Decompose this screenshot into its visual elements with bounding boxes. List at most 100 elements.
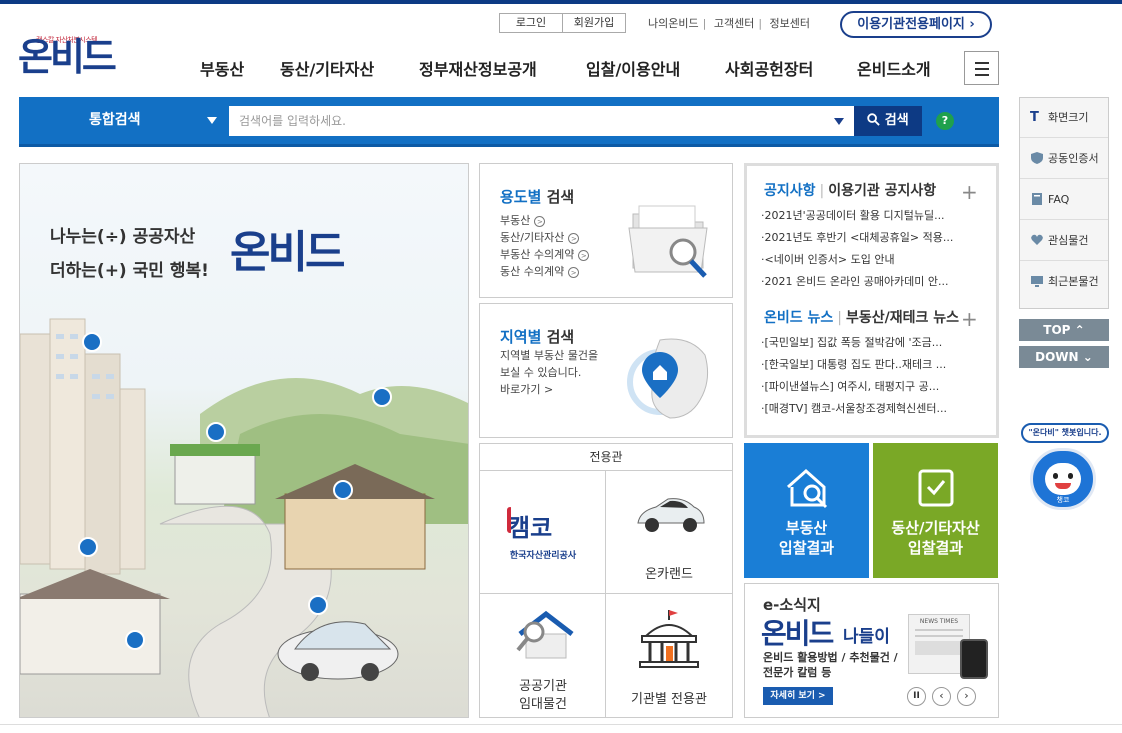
chevron-right-icon: > [578, 249, 590, 261]
pause-icon[interactable]: II [907, 687, 926, 706]
help-icon[interactable]: ? [936, 112, 954, 130]
usage-item-realestate-private[interactable]: 부동산 수의계약 > [500, 246, 590, 263]
top-label: TOP [1043, 323, 1071, 337]
newsletter-logo: 온비드 [761, 617, 834, 650]
scroll-top-button[interactable]: TOP ⌃ [1019, 319, 1109, 341]
kamco-subtitle: 한국자산관리공사 [509, 551, 577, 561]
usage-item-movable-private[interactable]: 동산 수의계약 > [500, 263, 589, 280]
public-lease-line2: 임대물건 [519, 697, 567, 712]
usage-search-title-rest: 검색 [541, 188, 575, 206]
login-button[interactable]: 로그인 [499, 13, 563, 33]
search-button[interactable]: 검색 [854, 106, 922, 136]
slogan-line1: 나누는(÷) 공공자산 [50, 227, 196, 247]
next-icon[interactable]: › [957, 687, 976, 706]
chatbot-bubble[interactable]: "온다비" 챗봇입니다. [1021, 423, 1109, 443]
search-input[interactable]: 검색어를 입력하세요. [229, 106, 854, 136]
kamco-logo-mark [507, 507, 513, 533]
agency-hall-label: 기관별 전용관 [631, 692, 707, 707]
tab-onbid-news[interactable]: 온비드 뉴스 [764, 310, 833, 326]
usage-item-label: 부동산 수의계약 [500, 248, 575, 261]
book-icon [1032, 193, 1042, 205]
news-item[interactable]: ·[매경TV] 캠코-서울창조경제혁신센터... [761, 398, 979, 420]
notice-list: ·2021년'공공데이터 활용 디지털뉴딜... ·2021년도 후반기 <대체… [761, 205, 979, 293]
public-lease-label: 공공기관 임대물건 [480, 678, 606, 714]
agency-page-button[interactable]: 이용기관전용페이지 › [840, 11, 992, 38]
signup-button[interactable]: 회원가입 [562, 13, 626, 33]
oncarland-label: 온카랜드 [645, 567, 693, 582]
region-search-desc: 지역별 부동산 물건을 보실 수 있습니다. 바로가기 > [500, 347, 598, 398]
my-onbid-link[interactable]: 나의온비드 [648, 17, 699, 30]
korea-map-pin-icon [627, 338, 709, 419]
movable-bid-result-tile[interactable]: 동산/기타자산 입찰결과 [873, 443, 998, 578]
news-item[interactable]: ·[국민일보] 집값 폭등 절박감에 '조금... [761, 332, 979, 354]
notice-item[interactable]: ·2021 온비드 온라인 공매아카데미 안... [761, 271, 979, 293]
prev-icon[interactable]: ‹ [932, 687, 951, 706]
news-item[interactable]: ·[파이낸셜뉴스] 여주시, 태평지구 공... [761, 376, 979, 398]
chevron-down-icon: ⌄ [1082, 350, 1093, 364]
clipboard-check-icon [918, 469, 954, 507]
house-search-icon [516, 610, 574, 659]
gnb-bid-guide[interactable]: 입찰/이용안내 [586, 56, 680, 80]
search-category-select[interactable]: 통합검색 [19, 97, 229, 144]
customer-center-link[interactable]: 고객센터 [714, 17, 754, 30]
news-item[interactable]: ·[한국일보] 대통령 집도 판다..재테크 ... [761, 354, 979, 376]
main-visual[interactable]: 나누는(÷) 공공자산 더하는(+) 국민 행복! 온비드 [19, 163, 469, 718]
chevron-right-icon: > [568, 232, 580, 244]
realestate-bid-result-tile[interactable]: 부동산 입찰결과 [744, 443, 869, 578]
notice-item[interactable]: ·2021년'공공데이터 활용 디지털뉴딜... [761, 205, 979, 227]
plus-icon[interactable]: + [961, 182, 978, 202]
heart-icon [1031, 234, 1043, 245]
car-icon [637, 498, 705, 532]
gnb-movable[interactable]: 동산/기타자산 [280, 56, 374, 80]
kamco-hall[interactable]: 캠코 한국자산관리공사 [480, 471, 606, 594]
plus-icon[interactable]: + [961, 309, 978, 329]
tab-realestate-news[interactable]: 부동산/재테크 뉴스 [846, 310, 959, 326]
newsletter-panel[interactable]: e-소식지 온비드 나들이 온비드 활용방법 / 추천물건 / 전문가 칼럼 등… [744, 583, 999, 718]
sidebar-item-label: 공동인증서 [1048, 152, 1099, 165]
tab-notice[interactable]: 공지사항 [764, 183, 816, 199]
search-bar: 통합검색 검색어를 입력하세요. 검색 ? [19, 97, 999, 147]
folder-search-icon [628, 205, 708, 278]
region-shortcut-link[interactable]: 바로가기 > [500, 381, 598, 398]
sidebar-item-recent[interactable]: 최근본물건 [1020, 262, 1108, 302]
chatbot-avatar[interactable]: 챙코 [1030, 448, 1096, 510]
tile-line2: 입찰결과 [907, 539, 964, 557]
public-lease-hall[interactable]: 공공기관 임대물건 [480, 594, 606, 717]
gnb-realestate[interactable]: 부동산 [200, 56, 244, 80]
hamburger-menu-button[interactable] [964, 51, 999, 85]
text-size-icon: T [1030, 110, 1039, 125]
gnb-about[interactable]: 온비드소개 [857, 56, 931, 80]
usage-item-realestate[interactable]: 부동산 > [500, 212, 589, 229]
notice-item[interactable]: ·<네이버 인증서> 도입 안내 [761, 249, 979, 271]
town-illustration [20, 318, 468, 717]
sidebar-item-font-size[interactable]: T 화면크기 [1020, 98, 1108, 138]
movable-bid-result-label: 동산/기타자산 입찰결과 [873, 518, 998, 558]
down-label: DOWN [1035, 350, 1079, 364]
tab-agency-notice[interactable]: 이용기관 공지사항 [828, 183, 936, 199]
info-center-link[interactable]: 정보센터 [770, 17, 810, 30]
chatbot-face-icon [1045, 463, 1081, 495]
chevron-up-icon: ⌃ [1074, 323, 1085, 337]
sidebar-item-interest[interactable]: 관심물건 [1020, 221, 1108, 261]
search-button-label: 검색 [884, 113, 909, 128]
bottom-divider [0, 724, 1122, 725]
gnb-gov-property[interactable]: 정부재산정보공개 [419, 56, 537, 80]
agency-hall[interactable]: 기관별 전용관 [606, 594, 732, 717]
scroll-down-button[interactable]: DOWN ⌄ [1019, 346, 1109, 368]
sidebar-item-label: 최근본물건 [1048, 275, 1099, 288]
notice-item[interactable]: ·2021년도 후반기 <대체공휴일> 적용... [761, 227, 979, 249]
notice-panel: 공지사항 | 이용기관 공지사항 + ·2021년'공공데이터 활용 디지털뉴딜..… [744, 163, 999, 438]
site-logo[interactable]: 캠스칼 자산처분시스템 온비드 [18, 32, 118, 80]
newsletter-detail-button[interactable]: 자세히 보기 > [763, 687, 833, 705]
sidebar-item-certificate[interactable]: 공동인증서 [1020, 139, 1108, 179]
oncarland-hall[interactable]: 온카랜드 [606, 471, 732, 594]
quick-sidebar: T 화면크기 공동인증서 FAQ 관심물건 최근본물건 [1019, 97, 1109, 309]
agency-page-label: 이용기관전용페이지 [857, 17, 965, 32]
sidebar-item-label: 화면크기 [1048, 111, 1089, 124]
usage-item-movable[interactable]: 동산/기타자산 > [500, 229, 589, 246]
caret-down-icon[interactable] [834, 118, 844, 125]
gnb-social-market[interactable]: 사회공헌장터 [725, 56, 813, 80]
sidebar-item-label: FAQ [1048, 193, 1070, 206]
monitor-icon [1031, 276, 1043, 287]
sidebar-item-faq[interactable]: FAQ [1020, 180, 1108, 220]
